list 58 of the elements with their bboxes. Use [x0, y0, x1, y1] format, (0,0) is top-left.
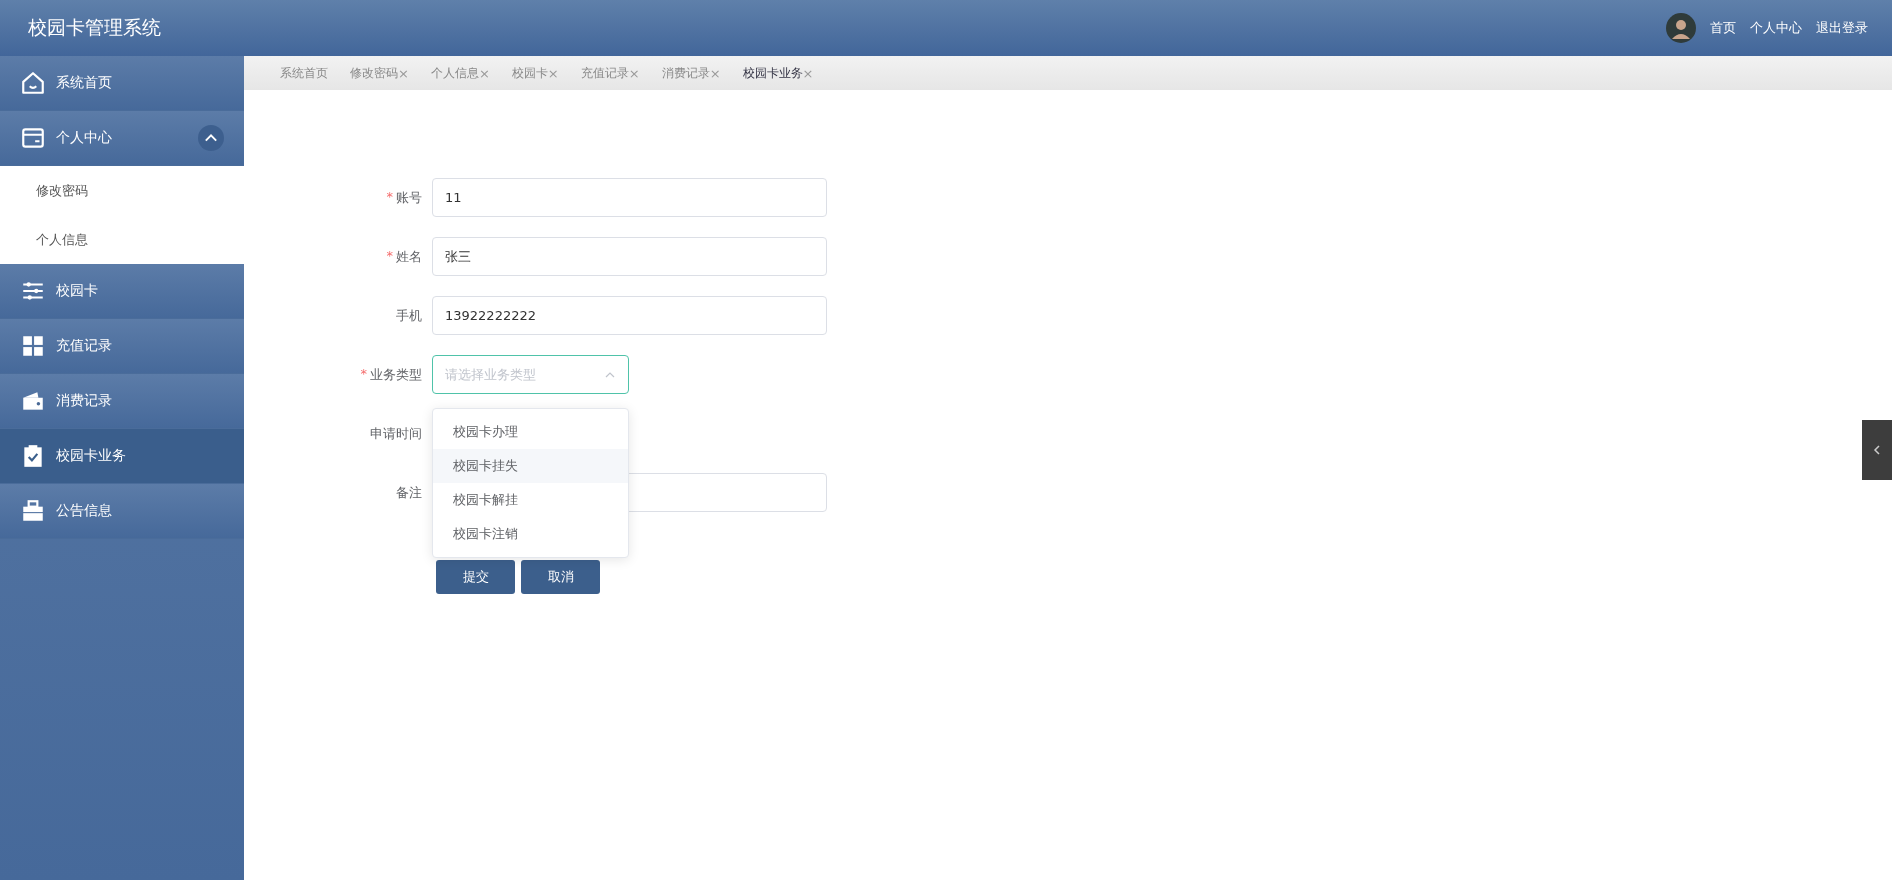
- field-label: 申请时间: [370, 424, 422, 443]
- tab[interactable]: 个人信息×: [430, 64, 490, 82]
- field-label: 业务类型: [370, 365, 422, 384]
- app-title: 校园卡管理系统: [28, 15, 161, 40]
- card-icon: [20, 125, 46, 151]
- chevron-left-icon: [1873, 445, 1881, 455]
- sidebar-item-label: 个人中心: [56, 129, 113, 147]
- close-icon[interactable]: ×: [628, 65, 640, 81]
- dropdown-option[interactable]: 校园卡办理: [433, 415, 628, 449]
- required-mark: *: [386, 247, 393, 265]
- sidebar-item[interactable]: 校园卡: [0, 264, 244, 319]
- sidebar-item[interactable]: 个人中心: [0, 111, 244, 166]
- required-mark: *: [360, 365, 367, 383]
- input-field[interactable]: 11: [432, 178, 827, 217]
- sidebar-item-label: 校园卡业务: [56, 447, 127, 465]
- sidebar-item-label: 系统首页: [56, 74, 113, 92]
- submenu-item[interactable]: 修改密码: [0, 166, 244, 215]
- required-mark: *: [386, 188, 393, 206]
- close-icon[interactable]: ×: [802, 65, 814, 81]
- close-icon[interactable]: ×: [478, 65, 490, 81]
- dropdown-option[interactable]: 校园卡解挂: [433, 483, 628, 517]
- close-icon[interactable]: ×: [709, 65, 721, 81]
- sidebar-item-label: 校园卡: [56, 282, 99, 300]
- header-link[interactable]: 个人中心: [1750, 19, 1802, 37]
- field-label: 姓名: [396, 247, 422, 266]
- tab[interactable]: 系统首页: [280, 64, 328, 82]
- tab[interactable]: 校园卡业务×: [742, 64, 814, 82]
- sidebar-item[interactable]: 公告信息: [0, 484, 244, 539]
- briefcase-icon: [20, 498, 46, 524]
- field-label: 账号: [396, 188, 422, 207]
- chevron-icon[interactable]: [198, 125, 224, 151]
- sidebar-item[interactable]: 充值记录: [0, 319, 244, 374]
- input-field[interactable]: 张三: [432, 237, 827, 276]
- sidebar-item-label: 公告信息: [56, 502, 113, 520]
- home-icon: [20, 70, 46, 96]
- close-icon[interactable]: ×: [547, 65, 559, 81]
- tab[interactable]: 校园卡×: [511, 64, 559, 82]
- grid-icon: [20, 333, 46, 359]
- form-button[interactable]: 提交: [436, 560, 515, 594]
- input-field[interactable]: 13922222222: [432, 296, 827, 335]
- tab[interactable]: 充值记录×: [580, 64, 640, 82]
- tab[interactable]: 修改密码×: [350, 64, 409, 82]
- sidebar-item[interactable]: 消费记录: [0, 374, 244, 429]
- sidebar-item[interactable]: 校园卡业务: [0, 429, 244, 484]
- sidebar-item-label: 充值记录: [56, 337, 113, 355]
- close-icon[interactable]: ×: [398, 65, 409, 81]
- submenu-item[interactable]: 个人信息: [0, 215, 244, 264]
- field-label: 手机: [396, 306, 422, 325]
- dropdown-option[interactable]: 校园卡注销: [433, 517, 628, 551]
- header-link[interactable]: 退出登录: [1816, 19, 1868, 37]
- dropdown-option[interactable]: 校园卡挂失: [433, 449, 628, 483]
- form-button[interactable]: 取消: [521, 560, 600, 594]
- avatar-icon[interactable]: [1666, 13, 1696, 43]
- sidebar-item-label: 消费记录: [56, 392, 113, 410]
- tab[interactable]: 消费记录×: [661, 64, 721, 82]
- side-handle[interactable]: [1862, 420, 1892, 480]
- field-label: 备注: [396, 483, 422, 502]
- header-link[interactable]: 首页: [1710, 19, 1736, 37]
